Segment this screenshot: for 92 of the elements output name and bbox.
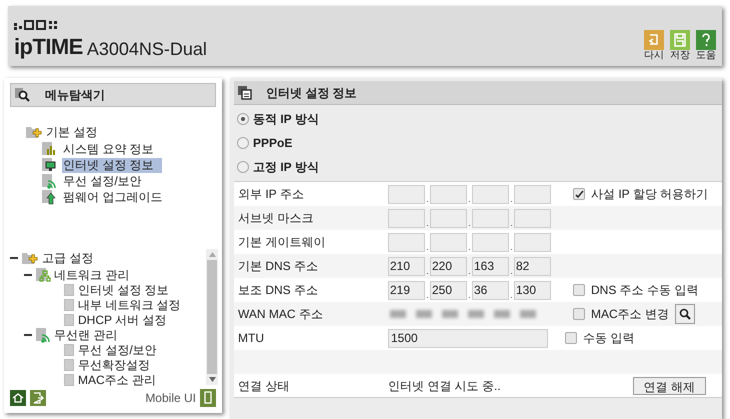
ip-octet-field[interactable]: 130 — [514, 280, 551, 300]
checkbox[interactable] — [573, 308, 585, 320]
page-icon — [64, 374, 74, 386]
field-label: 서브넷 마스크 — [238, 210, 314, 227]
field-label: WAN MAC 주소 — [238, 306, 324, 323]
upload-arrow-icon — [42, 189, 58, 205]
mobile-ui-link[interactable]: Mobile UI — [145, 389, 196, 407]
ip-octet-field[interactable] — [388, 232, 425, 252]
panel-title: 인터넷 설정 정보 — [266, 84, 357, 102]
ip-octet-field[interactable] — [472, 184, 509, 204]
ip-octet-field[interactable]: 36 — [472, 280, 509, 300]
logout-icon[interactable] — [30, 390, 46, 406]
ip-octet-field[interactable]: 163 — [472, 256, 509, 276]
ip-octet-field[interactable] — [514, 184, 551, 204]
ip-octet-field[interactable]: 220 — [430, 256, 467, 276]
ip-octet-field[interactable] — [472, 232, 509, 252]
wifi-icon — [36, 326, 52, 342]
checkbox-label: MAC주소 변경 — [591, 306, 669, 323]
radio-button[interactable] — [237, 113, 249, 125]
search-icon — [679, 308, 691, 320]
tree-item[interactable]: 무선 설정/보안 — [78, 340, 157, 358]
disconnect-button[interactable]: 연결 해제 — [632, 376, 706, 394]
field-label: 보조 DNS 주소 — [238, 282, 320, 299]
tree-item[interactable]: 무선 설정/보안 — [62, 174, 150, 188]
search-icon — [15, 88, 31, 102]
sidebar-title: 메뉴탐색기 — [45, 87, 105, 104]
field-label: 기본 DNS 주소 — [238, 258, 320, 275]
status-value: 인터넷 연결 시도 중.. — [388, 378, 502, 394]
ip-octet-field[interactable] — [430, 232, 467, 252]
tree-item[interactable]: 무선랜 관리 — [54, 326, 118, 344]
ip-octet-field[interactable] — [514, 208, 551, 228]
ip-octet-field[interactable]: 250 — [430, 280, 467, 300]
ip-octet-field[interactable] — [430, 184, 467, 204]
ip-octet-field[interactable] — [388, 208, 425, 228]
checkbox[interactable] — [573, 188, 585, 200]
scrollbar[interactable] — [206, 249, 218, 385]
radio-label: 동적 IP 방식 — [253, 111, 319, 128]
field-label: MTU — [238, 330, 265, 347]
bar-chart-icon — [42, 141, 58, 157]
field-label: 연결 상태 — [238, 378, 290, 394]
search-button[interactable] — [675, 304, 695, 324]
page-icon — [64, 358, 74, 370]
field-label: 기본 게이트웨이 — [238, 234, 326, 251]
tree-item[interactable]: 인터넷 설정 정보 — [62, 158, 162, 172]
checkbox-label: 사설 IP 할당 허용하기 — [591, 186, 708, 203]
brand-logo: ipTIME — [14, 36, 83, 58]
wifi-icon — [42, 173, 58, 189]
tree-item[interactable]: 펌웨어 업그레이드 — [62, 190, 170, 204]
network-icon — [36, 266, 52, 282]
tree-item[interactable]: 내부 네트워크 설정 — [78, 296, 181, 314]
home-icon[interactable] — [10, 390, 26, 406]
ip-octet-field[interactable] — [514, 232, 551, 252]
tree-item[interactable]: 시스템 요약 정보 — [62, 142, 162, 156]
ip-octet-field[interactable]: 219 — [388, 280, 425, 300]
ip-octet-field[interactable] — [388, 184, 425, 204]
page-icon — [64, 344, 74, 356]
page-icon — [64, 284, 74, 296]
tree-item[interactable]: 인터넷 설정 정보 — [78, 280, 169, 298]
checkbox-label: DNS 주소 수동 입력 — [591, 282, 698, 299]
radio-button[interactable] — [237, 161, 249, 173]
ip-octet-field[interactable] — [430, 208, 467, 228]
ip-octet-field[interactable]: 210 — [388, 256, 425, 276]
checkbox[interactable] — [565, 332, 577, 344]
field-label: 외부 IP 주소 — [238, 186, 305, 203]
radio-button[interactable] — [237, 137, 249, 149]
windows-icon — [238, 86, 252, 100]
mtu-field[interactable]: 1500 — [388, 328, 548, 348]
model-name: A3004NS-Dual — [86, 40, 207, 58]
monitor-icon — [42, 157, 58, 173]
folder-plus-icon — [26, 125, 44, 139]
page-icon — [64, 314, 74, 326]
tree-item[interactable]: 기본 설정 — [46, 123, 98, 141]
radio-label: PPPoE — [253, 135, 292, 152]
folder-plus-icon — [22, 251, 40, 265]
toolbar-button[interactable]: 도움 — [696, 30, 716, 62]
ip-octet-field[interactable] — [472, 208, 509, 228]
scroll-up-arrow-icon[interactable] — [208, 252, 216, 257]
scroll-down-arrow-icon[interactable] — [208, 377, 216, 382]
toolbar-button[interactable]: 저장 — [670, 30, 690, 62]
checkbox[interactable] — [573, 284, 585, 296]
tree-item[interactable]: 네트워크 관리 — [54, 266, 130, 284]
radio-label: 고정 IP 방식 — [253, 159, 319, 176]
checkbox-label: 수동 입력 — [583, 330, 634, 347]
tree-item[interactable]: 무선확장설정 — [78, 356, 150, 374]
tree-item[interactable]: 고급 설정 — [42, 249, 94, 267]
tree-item[interactable]: MAC주소 관리 — [78, 370, 156, 388]
toolbar-button[interactable]: 다시 — [644, 30, 664, 62]
ip-octet-field[interactable]: 82 — [514, 256, 551, 276]
page-icon — [64, 298, 74, 310]
collapse-icon[interactable] — [10, 254, 18, 262]
phone-icon[interactable] — [200, 389, 216, 407]
tree-item[interactable]: DHCP 서버 설정 — [78, 310, 166, 328]
